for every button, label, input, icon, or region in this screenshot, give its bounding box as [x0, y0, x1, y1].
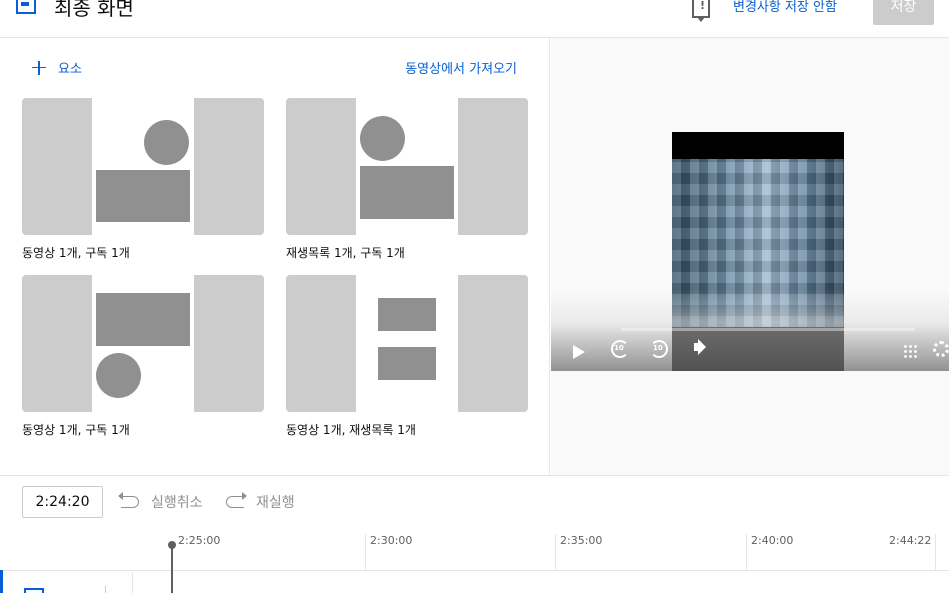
template-screen	[356, 98, 458, 235]
undo-label: 실행취소	[151, 495, 203, 511]
save-button[interactable]: 저장	[873, 0, 934, 25]
template-label: 재생목록 1개, 구독 1개	[286, 246, 405, 260]
video-player[interactable]: 10 10	[551, 132, 949, 371]
header: 최종 화면 ! 변경사항 저장 안함 저장	[0, 0, 949, 38]
gear-icon[interactable]	[933, 341, 949, 357]
import-from-video-button[interactable]: 동영상에서 가져오기	[405, 58, 517, 77]
timeline-ruler[interactable]: 2:25:00 2:30:00 2:35:00 2:40:00 2:44:22	[0, 530, 949, 593]
video-placeholder	[378, 298, 436, 331]
elements-panel: 요소 동영상에서 가져오기 동영상 1개, 구독 1개 재생목록 1개, 구독 …	[0, 38, 550, 475]
tick-line	[365, 534, 366, 571]
tick-line	[935, 534, 936, 571]
tick-label: 2:25:00	[178, 534, 221, 547]
playlist-placeholder	[360, 166, 454, 219]
plus-icon	[32, 60, 46, 75]
tick-label: 2:35:00	[560, 534, 603, 547]
playhead[interactable]	[168, 541, 176, 593]
undo-button[interactable]: 실행취소	[118, 492, 203, 512]
template-label: 동영상 1개, 재생목록 1개	[286, 423, 416, 437]
template-screen	[92, 275, 194, 412]
discard-changes-button[interactable]: 변경사항 저장 안함	[733, 0, 837, 15]
subscribe-placeholder	[96, 353, 141, 398]
volume-icon[interactable]	[694, 343, 700, 351]
add-element-button[interactable]: 요소	[32, 58, 82, 77]
template-label: 동영상 1개, 구독 1개	[22, 246, 130, 260]
template-video-subscribe-alt[interactable]	[22, 275, 264, 412]
redo-icon	[226, 492, 247, 508]
template-label: 동영상 1개, 구독 1개	[22, 423, 130, 437]
ruler-baseline	[0, 570, 949, 571]
progress-bar[interactable]	[621, 328, 915, 331]
track-selection-indicator	[0, 570, 3, 593]
page-title: 최종 화면	[54, 0, 134, 20]
feedback-icon[interactable]: !	[692, 0, 710, 22]
end-screen-track-icon	[24, 588, 44, 593]
forward-label: 10	[653, 344, 663, 352]
divider	[105, 586, 106, 593]
subscribe-placeholder	[144, 120, 189, 165]
template-screen	[356, 275, 458, 412]
template-video-subscribe[interactable]	[22, 98, 264, 235]
redo-button[interactable]: 재실행	[226, 492, 295, 512]
tick-line	[746, 534, 747, 571]
template-playlist-subscribe[interactable]	[286, 98, 528, 235]
template-video-playlist[interactable]	[286, 275, 528, 412]
playlist-placeholder	[378, 347, 436, 380]
grid-icon[interactable]	[903, 344, 917, 358]
add-element-label: 요소	[58, 62, 82, 77]
divider	[132, 572, 133, 593]
tick-label: 2:40:00	[751, 534, 794, 547]
video-placeholder	[96, 170, 190, 222]
rewind-10-icon[interactable]: 10	[611, 340, 629, 358]
play-icon[interactable]	[573, 345, 585, 359]
tick-label: 2:30:00	[370, 534, 413, 547]
subscribe-placeholder	[360, 116, 405, 161]
current-time-input[interactable]: 2:24:20	[22, 486, 103, 518]
preview-panel: 10 10	[551, 38, 949, 475]
tick-label: 2:44:22	[889, 534, 932, 547]
video-placeholder	[96, 293, 190, 346]
rewind-label: 10	[614, 344, 624, 352]
timeline-panel: 2:24:20 실행취소 재실행 2:25:00 2:30:00 2:35:00…	[0, 475, 949, 593]
redo-label: 재실행	[256, 495, 295, 511]
forward-10-icon[interactable]: 10	[650, 340, 668, 358]
tick-line	[555, 534, 556, 571]
template-screen	[92, 98, 194, 235]
end-screen-icon	[16, 0, 36, 14]
undo-icon	[118, 492, 139, 508]
